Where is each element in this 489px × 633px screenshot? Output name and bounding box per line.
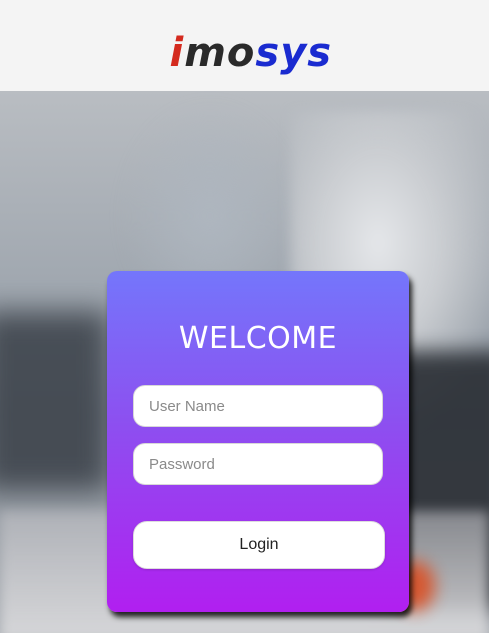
password-input[interactable] [133,443,383,485]
login-button[interactable]: Login [133,521,385,569]
logo-letters-sys: sys [255,29,333,76]
welcome-heading: WELCOME [178,321,338,356]
imosys-logo[interactable]: i mo sys [169,16,332,76]
logo-letters-mo: mo [184,29,256,76]
header-bar: i mo sys [0,0,489,91]
logo-letter-i: i [169,29,185,76]
username-input[interactable] [133,385,383,427]
login-card: WELCOME Login [107,271,409,612]
